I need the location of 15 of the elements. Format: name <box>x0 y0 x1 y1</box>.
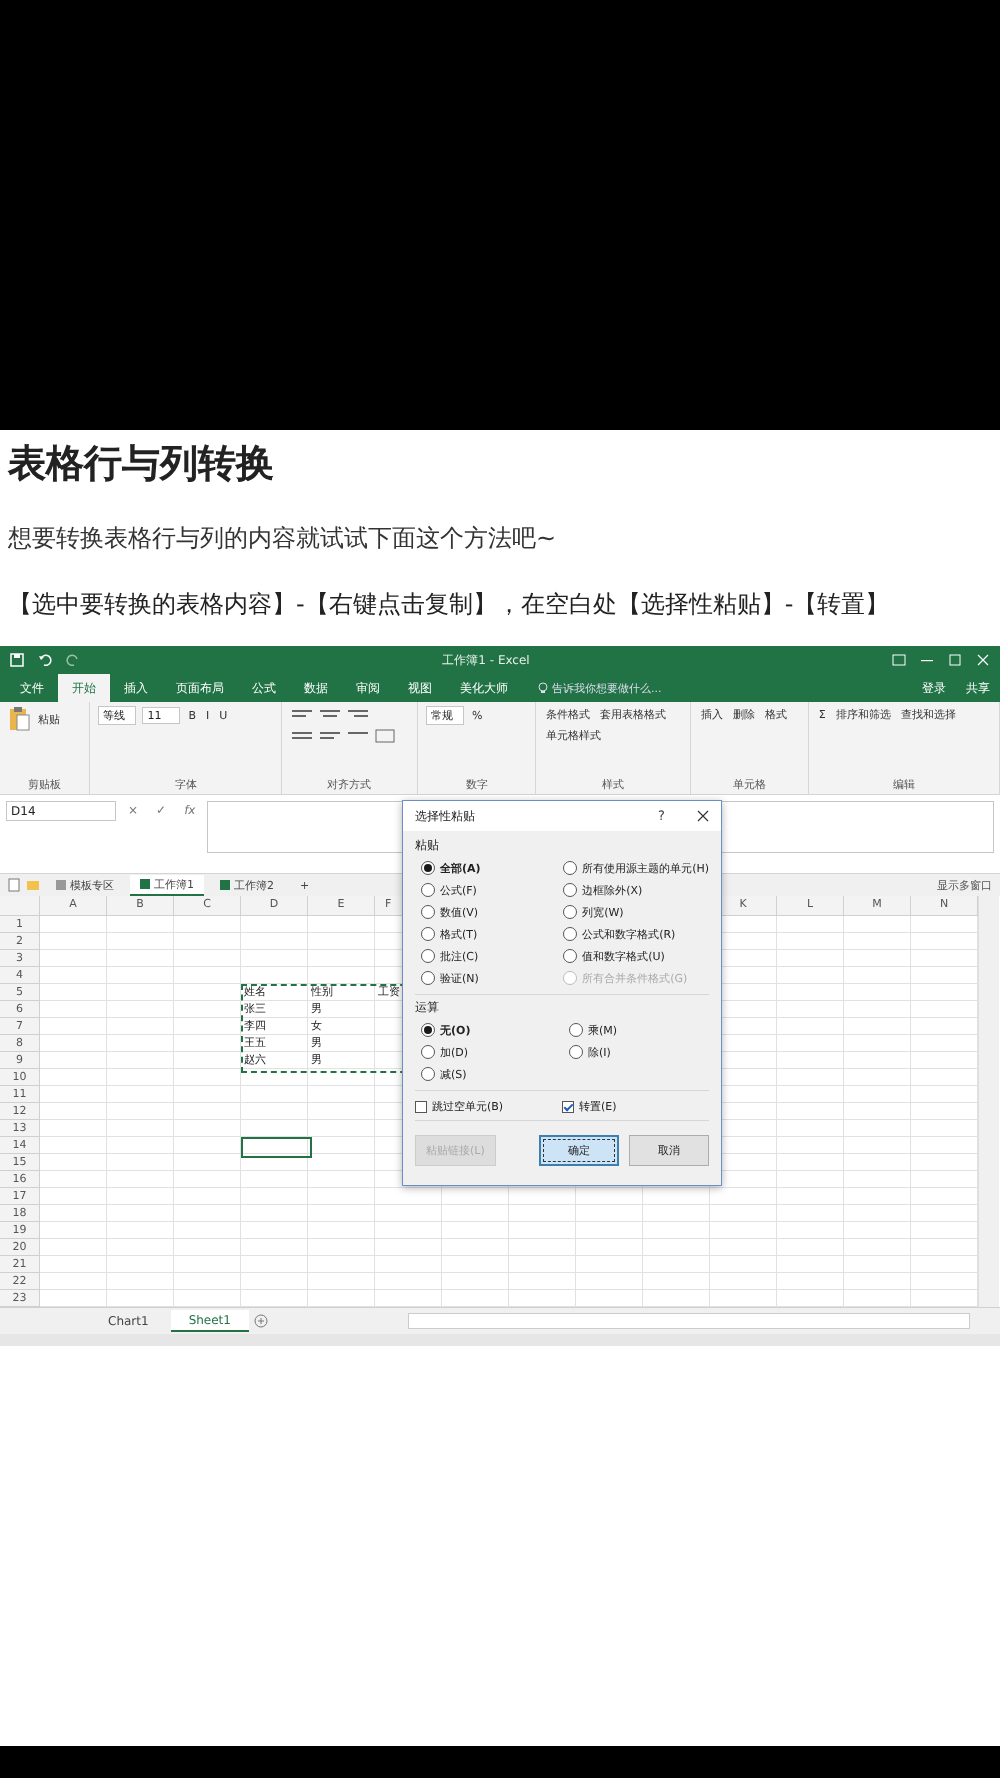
file-icon[interactable] <box>8 878 20 892</box>
minimize-icon[interactable] <box>920 654 934 666</box>
workbook-icon <box>140 879 150 889</box>
vertical-scrollbar[interactable] <box>978 896 999 1307</box>
horizontal-scrollbar[interactable] <box>408 1313 970 1329</box>
steps-text: 【选中要转换的表格内容】-【右键点击复制】，在空白处【选择性粘贴】-【转置】 <box>8 588 892 622</box>
article-title: 表格行与列转换 <box>8 440 276 490</box>
redo-icon[interactable] <box>66 653 80 667</box>
workbook-icon <box>56 880 66 890</box>
clipboard-icon[interactable] <box>8 706 30 732</box>
workbook-icon <box>220 880 230 890</box>
intro-text: 想要转换表格行与列的内容就试试下面这个方法吧~ <box>8 522 559 556</box>
undo-icon[interactable] <box>38 653 52 667</box>
save-icon[interactable] <box>10 653 24 667</box>
active-cell[interactable] <box>241 1137 312 1158</box>
